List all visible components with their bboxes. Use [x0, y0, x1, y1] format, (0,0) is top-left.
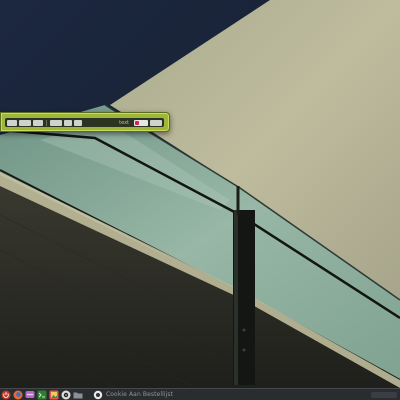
taskbar: Cookie Aan Bestellijst: [0, 388, 400, 400]
toolbar-button-6[interactable]: [74, 119, 82, 126]
desktop-wallpaper: [0, 0, 400, 400]
chat-icon[interactable]: [25, 390, 35, 400]
power-icon[interactable]: [1, 390, 11, 400]
tray-area: [371, 391, 397, 398]
toolbar-button-end[interactable]: [150, 119, 162, 126]
floating-toolbar: text: [0, 112, 170, 132]
toolbar-color-swatch[interactable]: [134, 119, 148, 126]
app-icon: [93, 390, 103, 400]
toolbar-strip: text: [5, 118, 164, 127]
taskbar-task-active[interactable]: Cookie Aan Bestellijst: [90, 390, 176, 399]
toolbar-button-4[interactable]: [50, 119, 62, 126]
media-icon[interactable]: [61, 390, 71, 400]
folder-icon[interactable]: [73, 390, 83, 400]
toolbar-button-5[interactable]: [64, 119, 72, 126]
terminal-icon[interactable]: [37, 390, 47, 400]
firefox-icon[interactable]: [13, 390, 23, 400]
toolbar-separator: [46, 119, 47, 126]
toolbar-button-2[interactable]: [19, 119, 31, 126]
task-label: Cookie Aan Bestellijst: [106, 391, 174, 398]
toolbar-label: text: [119, 119, 129, 126]
toolbar-button-1[interactable]: [7, 119, 17, 126]
toolbar-button-3[interactable]: [33, 119, 43, 126]
photo-icon[interactable]: [49, 390, 59, 400]
